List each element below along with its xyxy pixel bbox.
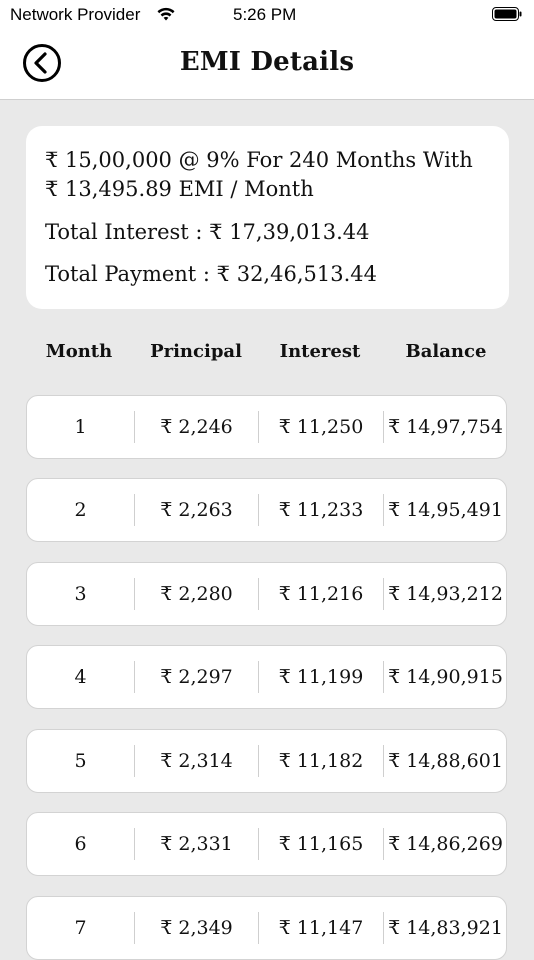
carrier-name: Network Provider [10,5,141,24]
column-divider [258,494,259,526]
column-divider [383,578,384,610]
status-bar: Network Provider 5:26 PM [0,0,534,30]
month-cell: 3 [74,583,87,605]
principal-cell: ₹ 2,280 [160,583,233,605]
principal-cell: ₹ 2,246 [160,416,233,438]
column-divider [134,828,135,860]
month-cell: 1 [74,416,87,438]
interest-cell: ₹ 11,199 [278,666,364,688]
column-divider [134,661,135,693]
month-cell: 5 [74,750,87,772]
column-header-month: Month [45,341,113,362]
interest-cell: ₹ 11,216 [278,583,364,605]
principal-cell: ₹ 2,331 [160,833,233,855]
interest-cell: ₹ 11,250 [278,416,364,438]
interest-cell: ₹ 11,182 [278,750,364,772]
column-divider [258,661,259,693]
table-row[interactable]: 7 ₹ 2,349 ₹ 11,147 ₹ 14,83,921 [26,896,507,960]
column-divider [258,411,259,443]
column-divider [258,912,259,944]
balance-cell: ₹ 14,93,212 [388,583,503,605]
column-divider [383,661,384,693]
column-header-interest: Interest [279,341,361,362]
principal-cell: ₹ 2,263 [160,499,233,521]
table-row[interactable]: 4 ₹ 2,297 ₹ 11,199 ₹ 14,90,915 [26,645,507,709]
nav-bar: EMI Details [0,30,534,100]
battery-icon [492,7,522,21]
column-header-balance: Balance [405,341,487,362]
column-divider [134,494,135,526]
loan-summary-line-2: ₹ 13,495.89 EMI / Month [45,177,314,201]
column-divider [383,745,384,777]
balance-cell: ₹ 14,90,915 [388,666,503,688]
column-divider [134,411,135,443]
column-divider [383,411,384,443]
column-divider [258,578,259,610]
balance-cell: ₹ 14,86,269 [388,833,503,855]
column-divider [383,494,384,526]
column-divider [383,828,384,860]
table-row[interactable]: 6 ₹ 2,331 ₹ 11,165 ₹ 14,86,269 [26,812,507,876]
table-row[interactable]: 3 ₹ 2,280 ₹ 11,216 ₹ 14,93,212 [26,562,507,626]
table-row[interactable]: 2 ₹ 2,263 ₹ 11,233 ₹ 14,95,491 [26,478,507,542]
status-time: 5:26 PM [233,5,297,24]
emi-summary-card: ₹ 15,00,000 @ 9% For 240 Months With ₹ 1… [26,126,509,309]
interest-cell: ₹ 11,165 [278,833,364,855]
principal-cell: ₹ 2,297 [160,666,233,688]
column-divider [134,912,135,944]
loan-summary-line-1: ₹ 15,00,000 @ 9% For 240 Months With [45,148,473,172]
schedule-table-header: Month Principal Interest Balance [26,339,509,367]
column-divider [383,912,384,944]
column-divider [134,745,135,777]
month-cell: 2 [74,499,87,521]
month-cell: 6 [74,833,87,855]
table-row[interactable]: 1 ₹ 2,246 ₹ 11,250 ₹ 14,97,754 [26,395,507,459]
column-divider [134,578,135,610]
total-interest: Total Interest : ₹ 17,39,013.44 [45,220,370,244]
balance-cell: ₹ 14,88,601 [388,750,503,772]
interest-cell: ₹ 11,233 [278,499,364,521]
principal-cell: ₹ 2,314 [160,750,233,772]
balance-cell: ₹ 14,95,491 [388,499,503,521]
month-cell: 4 [74,666,87,688]
balance-cell: ₹ 14,97,754 [388,416,503,438]
column-header-principal: Principal [150,341,242,362]
column-divider [258,828,259,860]
table-row[interactable]: 5 ₹ 2,314 ₹ 11,182 ₹ 14,88,601 [26,729,507,793]
wifi-icon [157,7,175,21]
column-divider [258,745,259,777]
total-payment: Total Payment : ₹ 32,46,513.44 [45,262,377,286]
page-title: EMI Details [179,47,355,77]
